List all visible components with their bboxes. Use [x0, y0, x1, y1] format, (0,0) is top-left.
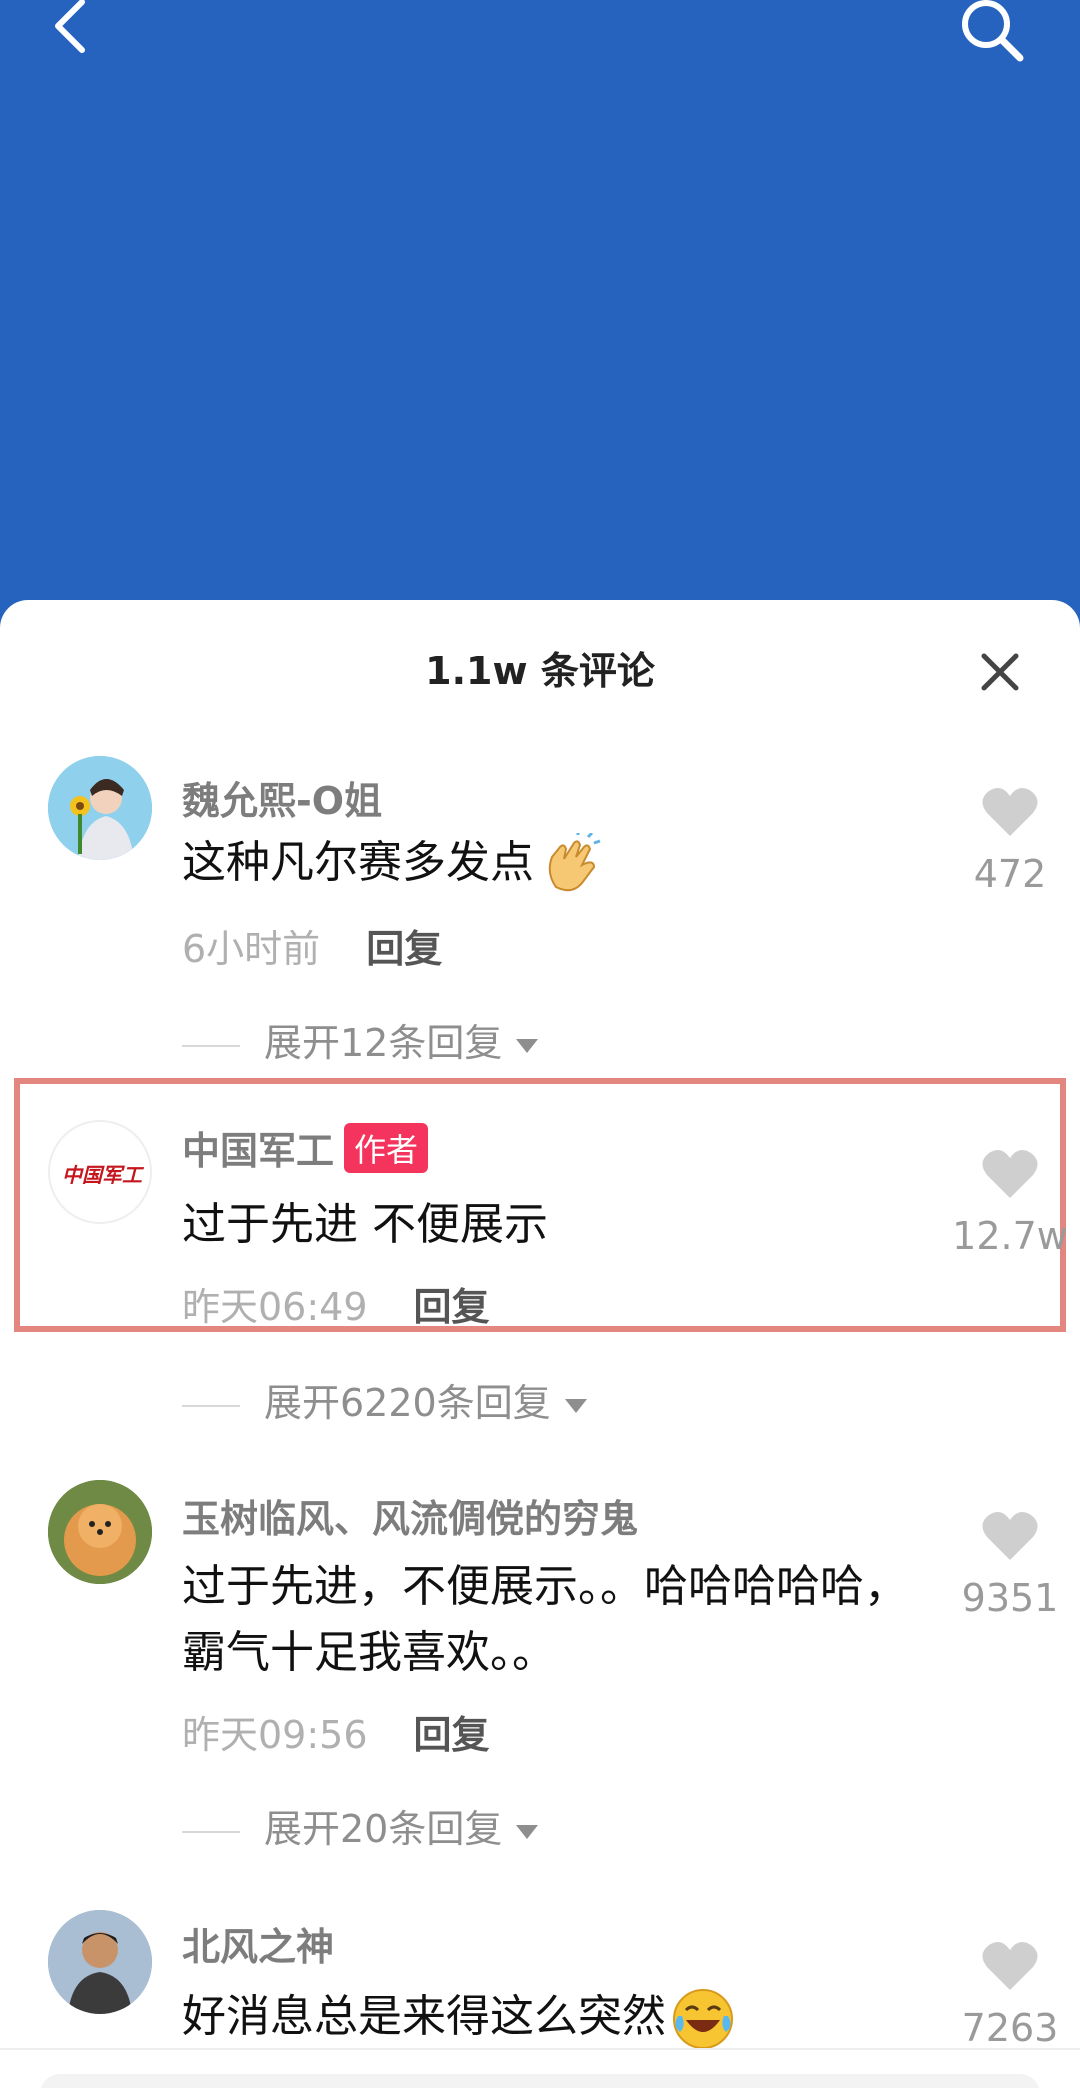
like-group: 12.7w: [950, 1148, 1070, 1258]
reply-button[interactable]: 回复: [414, 1285, 490, 1329]
comment-meta: 昨天06:49 回复: [182, 1276, 490, 1331]
avatar[interactable]: [48, 1480, 152, 1584]
heart-icon[interactable]: [981, 1940, 1039, 1992]
top-bar: [0, 0, 1080, 600]
like-group: 7263: [960, 1940, 1060, 2050]
user-avatar-image: [48, 756, 152, 860]
comment-input-bar[interactable]: [40, 2074, 1040, 2088]
comment-author[interactable]: 北风之神: [182, 1916, 334, 1971]
reply-button[interactable]: 回复: [366, 927, 442, 971]
dropdown-triangle-icon: [564, 1398, 587, 1413]
clapping-hands-emoji: [548, 833, 601, 892]
comment-author[interactable]: 魏允熙-O姐: [182, 770, 382, 825]
laughing-crying-emoji: [673, 1989, 733, 2049]
expand-replies-button[interactable]: 展开6220条回复: [182, 1372, 587, 1427]
avatar[interactable]: 中国军工: [48, 1120, 152, 1224]
search-icon[interactable]: [958, 0, 1028, 70]
like-count: 12.7w: [952, 1214, 1068, 1258]
like-count: 472: [973, 852, 1047, 896]
comment-time: 昨天09:56: [182, 1713, 368, 1757]
comment-text: 过于先进 不便展示: [182, 1199, 548, 1250]
close-icon[interactable]: [978, 650, 1022, 694]
comment-meta: 昨天09:56 回复: [182, 1704, 490, 1759]
dropdown-triangle-icon: [516, 1824, 539, 1839]
reply-button[interactable]: 回复: [414, 1713, 490, 1757]
back-arrow-icon[interactable]: [44, 0, 104, 60]
comment-count-title: 1.1w 条评论: [425, 649, 655, 693]
expand-replies-button[interactable]: 展开12条回复: [182, 1012, 539, 1067]
comment-text: 好消息总是来得这么突然: [182, 1984, 902, 2052]
expand-replies-button[interactable]: 展开20条回复: [182, 1798, 539, 1853]
avatar[interactable]: [48, 1910, 152, 2014]
comment-sheet: 1.1w 条评论 魏允熙-O姐 这种凡尔赛多发点 6小时前 回复 472 展开1…: [0, 600, 1080, 2088]
bottom-divider: [0, 2048, 1080, 2050]
heart-icon[interactable]: [981, 786, 1039, 838]
comment-text-content: 好消息总是来得这么突然: [182, 1991, 666, 2042]
svg-text:中国军工: 中国军工: [62, 1163, 145, 1187]
divider-line: [182, 1830, 240, 1833]
heart-icon[interactable]: [981, 1510, 1039, 1562]
like-group: 9351: [960, 1510, 1060, 1620]
expand-replies-label: 展开20条回复: [264, 1807, 503, 1851]
heart-icon[interactable]: [981, 1148, 1039, 1200]
man-avatar-image: [48, 1910, 152, 2014]
divider-line: [182, 1044, 240, 1047]
brand-logo-avatar: 中国军工: [62, 1163, 145, 1187]
divider-line: [182, 1404, 240, 1407]
comment-text: 过于先进，不便展示。。哈哈哈哈哈，霸气十足我喜欢。。: [182, 1561, 908, 1678]
dog-avatar-image: [48, 1480, 152, 1584]
comment-meta: 6小时前 回复: [182, 918, 442, 973]
expand-replies-label: 展开6220条回复: [264, 1381, 551, 1425]
comment-author[interactable]: 玉树临风、风流倜傥的穷鬼: [182, 1488, 638, 1543]
comment-author[interactable]: 中国军工 作者: [182, 1120, 429, 1175]
avatar[interactable]: [48, 756, 152, 860]
like-group: 472: [960, 786, 1060, 896]
like-count: 9351: [961, 1576, 1059, 1620]
expand-replies-label: 展开12条回复: [264, 1021, 503, 1065]
dropdown-triangle-icon: [516, 1038, 539, 1053]
comment-text: 这种凡尔赛多发点: [182, 830, 902, 897]
comment-time: 昨天06:49: [182, 1285, 368, 1329]
author-badge: 作者: [344, 1123, 429, 1173]
comment-time: 6小时前: [182, 927, 321, 971]
author-name: 中国军工: [182, 1129, 335, 1173]
like-count: 7263: [961, 2006, 1059, 2050]
comment-text-content: 这种凡尔赛多发点: [182, 837, 534, 888]
